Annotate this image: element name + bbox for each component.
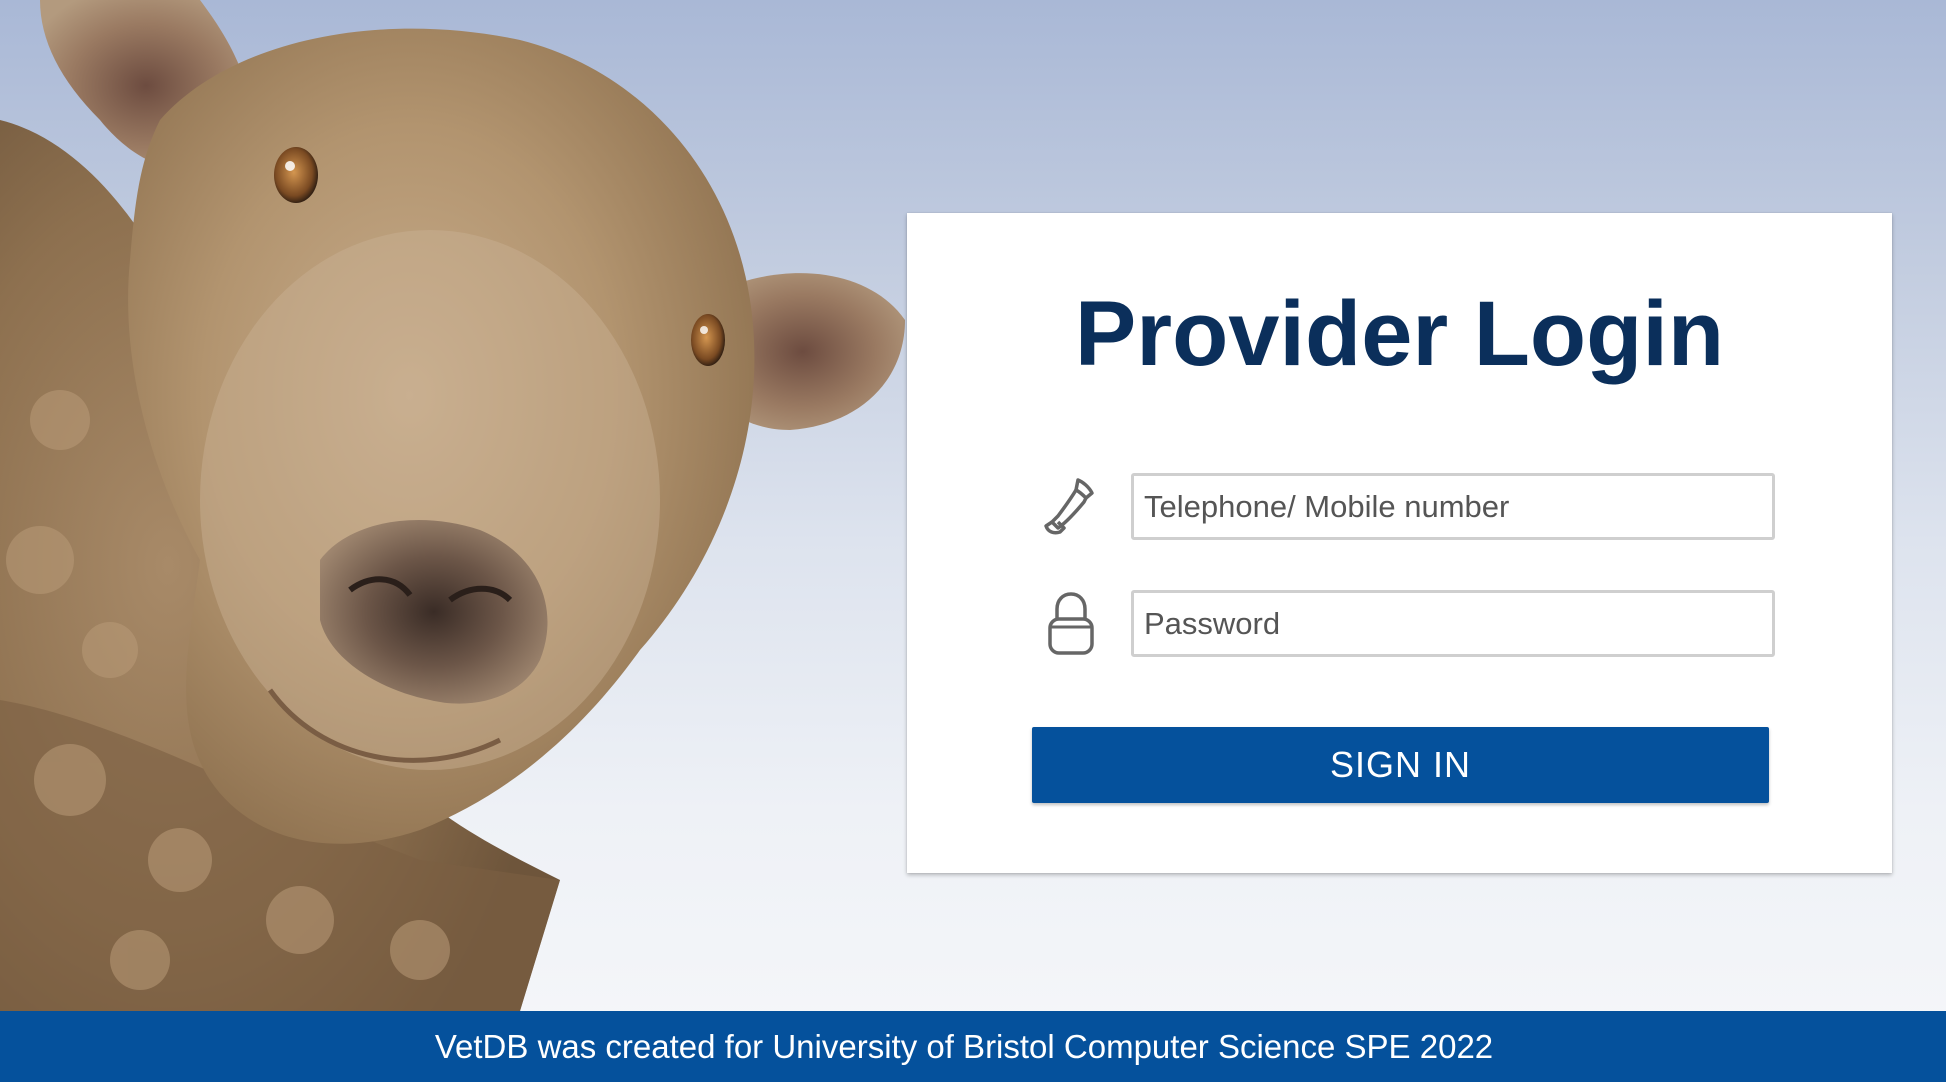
login-card: Provider Login SIGN IN bbox=[907, 213, 1892, 873]
phone-field-row bbox=[1037, 473, 1775, 540]
password-input[interactable] bbox=[1131, 590, 1775, 657]
footer-text: VetDB was created for University of Bris… bbox=[434, 1027, 1494, 1065]
lock-icon bbox=[1037, 590, 1105, 657]
password-field-row bbox=[1037, 590, 1775, 657]
phone-icon bbox=[1037, 473, 1105, 540]
phone-input[interactable] bbox=[1131, 473, 1775, 540]
login-title: Provider Login bbox=[1074, 283, 1725, 385]
footer: VetDB was created for University of Bris… bbox=[0, 1011, 1946, 1082]
sign-in-button[interactable]: SIGN IN bbox=[1032, 727, 1769, 803]
